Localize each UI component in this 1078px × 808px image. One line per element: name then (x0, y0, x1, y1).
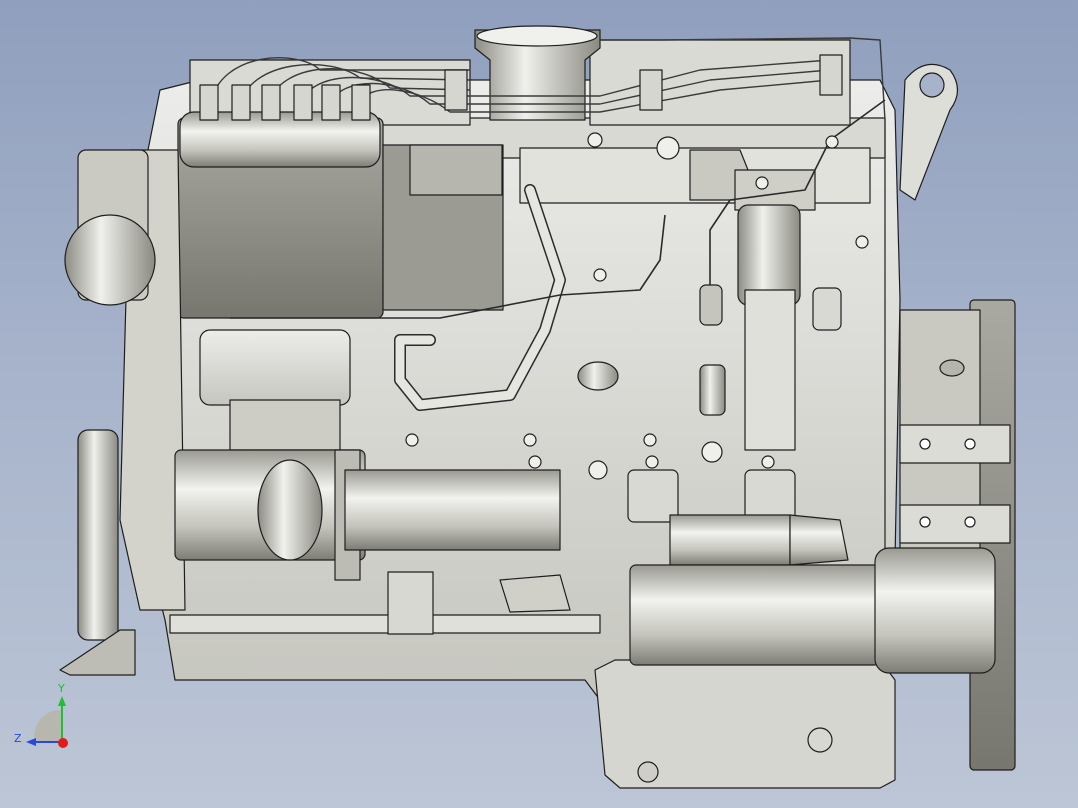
injector-fitting (199, 84, 219, 121)
bolt-boss (656, 136, 680, 160)
oil-pan-boss (807, 727, 833, 753)
bracket-hole (919, 516, 931, 528)
oil-sensor-port (699, 364, 726, 416)
bracket-hole (964, 516, 976, 528)
x-axis-dot (58, 738, 68, 748)
oil-pump-bracket (499, 574, 571, 613)
bolt-boss (405, 433, 419, 447)
bolt-boss (588, 460, 608, 480)
line-clamp (819, 54, 843, 96)
injector-fitting (351, 84, 371, 121)
injector-fitting (261, 84, 281, 121)
coordinate-triad: Y Z (14, 682, 68, 748)
bolt-boss (523, 433, 537, 447)
block-plate (744, 289, 796, 451)
crankshaft-pulley (77, 429, 119, 641)
injector-fitting (293, 84, 313, 121)
line-clamp (639, 69, 663, 111)
oil-sensor (699, 284, 723, 326)
air-intake-opening (476, 25, 598, 47)
oil-fill-cap (577, 361, 619, 391)
engine-assembly-model[interactable] (0, 0, 1078, 808)
starter-drive-housing (874, 547, 996, 674)
bolt-boss (825, 135, 839, 149)
y-axis-arrowhead (58, 696, 66, 706)
z-axis-arrowhead (26, 738, 36, 746)
bolt-boss (643, 433, 657, 447)
bolt-boss (855, 235, 869, 249)
oil-filter-adapter (257, 459, 323, 561)
oil-drain-plug (637, 761, 659, 783)
block-boss (627, 469, 679, 523)
dipstick-tube-base (387, 571, 434, 635)
rocker-housing-rear (589, 39, 851, 126)
mounting-bracket-upper (899, 424, 1011, 464)
sump-rail (169, 614, 601, 634)
bolt-boss (761, 455, 775, 469)
starter-solenoid-nose (789, 514, 849, 566)
injector-fitting (231, 84, 251, 121)
triad-view-plane (34, 709, 62, 742)
injector-fitting (321, 84, 341, 121)
compressor-head (199, 329, 351, 406)
bolt-boss (587, 132, 603, 148)
bolt-boss (593, 268, 607, 282)
y-axis-label: Y (57, 682, 65, 695)
bracket-hole (964, 438, 976, 450)
block-port (812, 287, 842, 331)
flywheel-bolt (939, 359, 965, 377)
block-boss (744, 469, 796, 523)
starter-motor (629, 564, 881, 666)
oil-cooler-body (344, 469, 561, 551)
starter-solenoid (669, 514, 791, 566)
mounting-bracket-lower (899, 504, 1011, 544)
z-axis-label: Z (14, 732, 22, 745)
bolt-boss (755, 176, 769, 190)
governor-cap (409, 144, 503, 196)
cad-viewport[interactable]: Y Z (0, 0, 1078, 808)
lifting-eye-hole (919, 72, 945, 98)
fan-pulley (64, 214, 156, 306)
bracket-hole (919, 438, 931, 450)
bolt-boss (645, 455, 659, 469)
line-clamp (444, 69, 468, 111)
compressor-base (229, 399, 341, 451)
bolt-boss (528, 455, 542, 469)
bolt-boss (701, 441, 723, 463)
